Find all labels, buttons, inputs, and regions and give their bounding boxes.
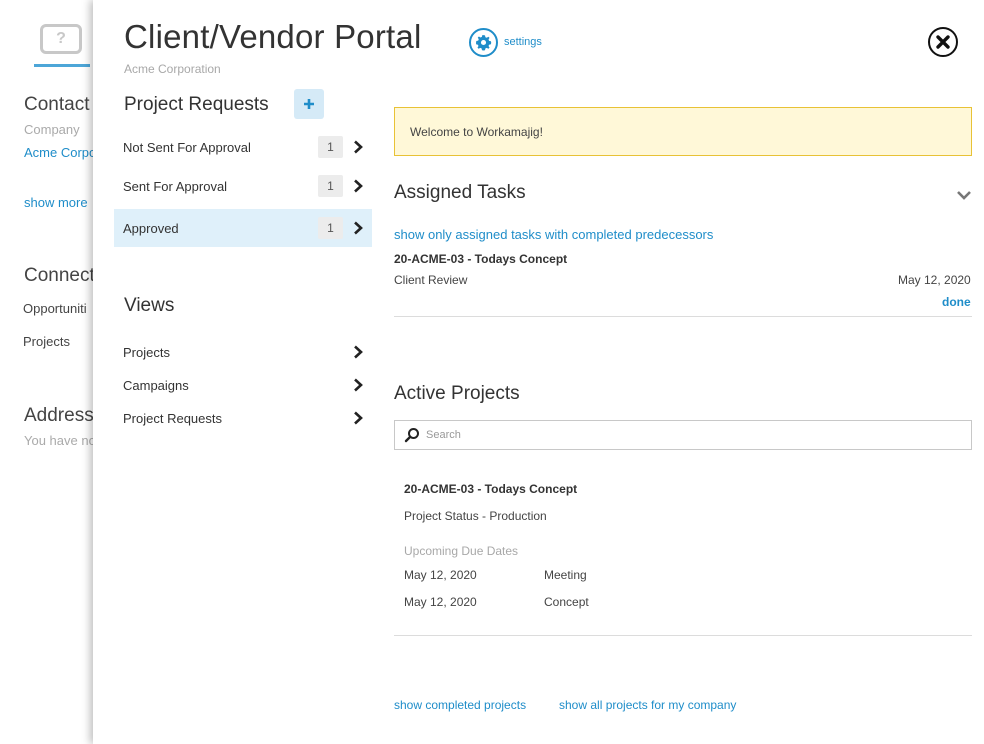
gear-icon bbox=[476, 35, 492, 51]
projects-link[interactable]: Projects bbox=[23, 334, 70, 349]
chevron-right-icon bbox=[354, 179, 363, 193]
show-completed-projects-link[interactable]: show completed projects bbox=[394, 698, 526, 712]
request-row-not-sent[interactable]: Not Sent For Approval 1 bbox=[114, 128, 372, 166]
chevron-right-icon bbox=[354, 378, 363, 392]
view-row-label: Projects bbox=[123, 344, 170, 360]
chevron-right-icon bbox=[354, 345, 363, 359]
chevron-right-icon bbox=[354, 140, 363, 154]
company-link[interactable]: Acme Corpo bbox=[24, 145, 96, 160]
connect-heading: Connect bbox=[24, 265, 95, 286]
due-date: May 12, 2020 bbox=[404, 595, 477, 609]
close-button[interactable] bbox=[928, 27, 958, 57]
request-row-sent[interactable]: Sent For Approval 1 bbox=[114, 167, 372, 205]
project-requests-heading: Project Requests bbox=[124, 94, 269, 115]
page-title: Client/Vendor Portal bbox=[124, 18, 422, 55]
view-row-label: Campaigns bbox=[123, 377, 189, 393]
task-project-name[interactable]: 20-ACME-03 - Todays Concept bbox=[394, 252, 567, 266]
view-row-project-requests[interactable]: Project Requests bbox=[114, 404, 372, 432]
help-logo-icon[interactable]: ? bbox=[40, 24, 82, 54]
task-done-link[interactable]: done bbox=[942, 295, 971, 309]
active-tab-underline bbox=[34, 64, 90, 67]
client-vendor-portal-panel: Client/Vendor Portal Acme Corporation se… bbox=[93, 0, 984, 744]
plus-icon bbox=[304, 99, 314, 109]
request-row-label: Sent For Approval bbox=[123, 178, 228, 194]
project-status: Project Status - Production bbox=[404, 509, 547, 523]
chevron-down-icon[interactable] bbox=[956, 189, 972, 201]
show-all-projects-link[interactable]: show all projects for my company bbox=[559, 698, 736, 712]
company-label: Company bbox=[24, 122, 80, 137]
assigned-tasks-heading: Assigned Tasks bbox=[394, 182, 526, 203]
chevron-right-icon bbox=[354, 411, 363, 425]
due-item: Concept bbox=[544, 595, 589, 609]
view-row-projects[interactable]: Projects bbox=[114, 338, 372, 366]
task-name: Client Review bbox=[394, 273, 468, 287]
search-icon bbox=[404, 428, 419, 443]
request-row-label: Not Sent For Approval bbox=[123, 139, 251, 155]
divider bbox=[394, 316, 972, 317]
upcoming-due-dates-label: Upcoming Due Dates bbox=[404, 544, 519, 558]
due-item: Meeting bbox=[544, 568, 587, 582]
task-due-date: May 12, 2020 bbox=[898, 273, 971, 287]
contact-heading: Contact bbox=[24, 94, 90, 115]
request-row-label: Approved bbox=[123, 220, 179, 236]
project-name[interactable]: 20-ACME-03 - Todays Concept bbox=[404, 482, 577, 496]
close-icon bbox=[936, 35, 950, 49]
chevron-right-icon bbox=[354, 221, 363, 235]
request-count-badge: 1 bbox=[318, 175, 343, 197]
completed-predecessors-filter-link[interactable]: show only assigned tasks with completed … bbox=[394, 227, 713, 242]
settings-button[interactable] bbox=[469, 28, 498, 57]
welcome-banner: Welcome to Workamajig! bbox=[394, 107, 972, 156]
views-heading: Views bbox=[124, 295, 175, 316]
project-search-box[interactable] bbox=[394, 420, 972, 450]
settings-link[interactable]: settings bbox=[504, 36, 542, 48]
request-count-badge: 1 bbox=[318, 136, 343, 158]
request-count-badge: 1 bbox=[318, 217, 343, 239]
active-projects-heading: Active Projects bbox=[394, 383, 520, 404]
opportunities-link[interactable]: Opportuniti bbox=[23, 301, 87, 316]
address-heading: Address bbox=[24, 405, 94, 426]
show-more-link[interactable]: show more bbox=[24, 195, 88, 210]
divider bbox=[394, 635, 972, 636]
company-subtitle: Acme Corporation bbox=[124, 62, 221, 76]
request-row-approved[interactable]: Approved 1 bbox=[114, 209, 372, 247]
view-row-label: Project Requests bbox=[123, 410, 222, 426]
address-empty-text: You have no bbox=[24, 433, 96, 448]
add-project-request-button[interactable] bbox=[294, 89, 324, 119]
due-date: May 12, 2020 bbox=[404, 568, 477, 582]
search-input[interactable] bbox=[426, 429, 971, 441]
view-row-campaigns[interactable]: Campaigns bbox=[114, 371, 372, 399]
